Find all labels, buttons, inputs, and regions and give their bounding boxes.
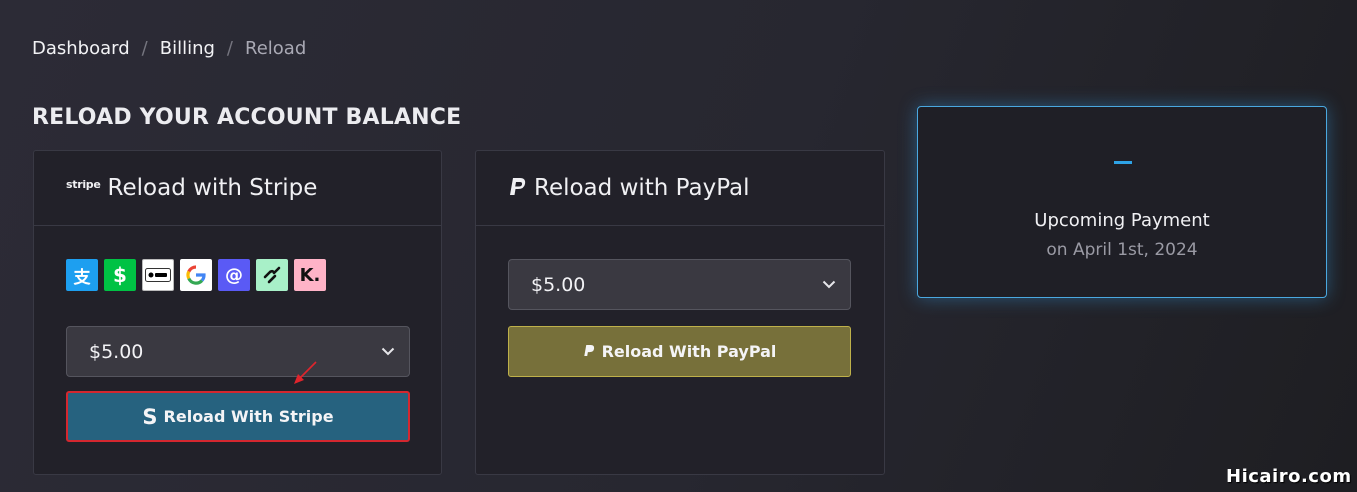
stripe-logo-icon: stripe xyxy=(66,177,101,191)
upcoming-payment-value xyxy=(1114,161,1132,164)
stripe-reload-card: stripe Reload with Stripe 支 $ @ K. $5.00… xyxy=(33,150,442,475)
paypal-card-header: Reload with PayPal xyxy=(476,151,884,226)
apple-pay-icon xyxy=(142,259,174,291)
klarna-icon: K. xyxy=(294,259,326,291)
stripe-card-header: stripe Reload with Stripe xyxy=(34,151,441,226)
affirm-icon: @ xyxy=(218,259,250,291)
stripe-button-label: Reload With Stripe xyxy=(163,407,334,426)
paypal-icon xyxy=(510,178,526,195)
breadcrumb-dashboard[interactable]: Dashboard xyxy=(32,38,130,59)
alipay-icon: 支 xyxy=(66,259,98,291)
watermark: Hicairo.com xyxy=(1226,466,1352,487)
stripe-card-title: Reload with Stripe xyxy=(107,175,318,201)
paypal-amount-select[interactable]: $5.00 xyxy=(508,259,851,310)
annotation-arrow-icon xyxy=(294,361,317,384)
breadcrumb-separator: / xyxy=(141,38,148,59)
chevron-down-icon xyxy=(822,280,836,289)
reload-with-paypal-button[interactable]: Reload With PayPal xyxy=(508,326,851,377)
link-icon xyxy=(256,259,288,291)
breadcrumb-reload: Reload xyxy=(245,38,307,59)
stripe-amount-value: $5.00 xyxy=(89,340,144,363)
upcoming-payment-label: Upcoming Payment xyxy=(1034,210,1210,231)
cash-app-icon: $ xyxy=(104,259,136,291)
paypal-icon xyxy=(583,345,594,357)
payment-methods: 支 $ @ K. xyxy=(66,259,326,291)
paypal-amount-value: $5.00 xyxy=(531,273,586,296)
paypal-card-title: Reload with PayPal xyxy=(534,175,750,201)
page-title: RELOAD YOUR ACCOUNT BALANCE xyxy=(32,105,462,130)
breadcrumb-billing[interactable]: Billing xyxy=(160,38,215,59)
chevron-down-icon xyxy=(381,347,395,356)
upcoming-payment-card: Upcoming Payment on April 1st, 2024 xyxy=(917,106,1327,298)
stripe-s-icon: S xyxy=(142,404,158,429)
breadcrumb: Dashboard / Billing / Reload xyxy=(32,38,306,59)
stripe-amount-select[interactable]: $5.00 xyxy=(66,326,410,377)
paypal-button-label: Reload With PayPal xyxy=(601,342,777,361)
upcoming-payment-date: on April 1st, 2024 xyxy=(1046,240,1198,260)
google-pay-icon xyxy=(180,259,212,291)
reload-with-stripe-button[interactable]: S Reload With Stripe xyxy=(66,391,410,442)
breadcrumb-separator: / xyxy=(226,38,233,59)
paypal-reload-card: Reload with PayPal $5.00 Reload With Pay… xyxy=(475,150,885,475)
